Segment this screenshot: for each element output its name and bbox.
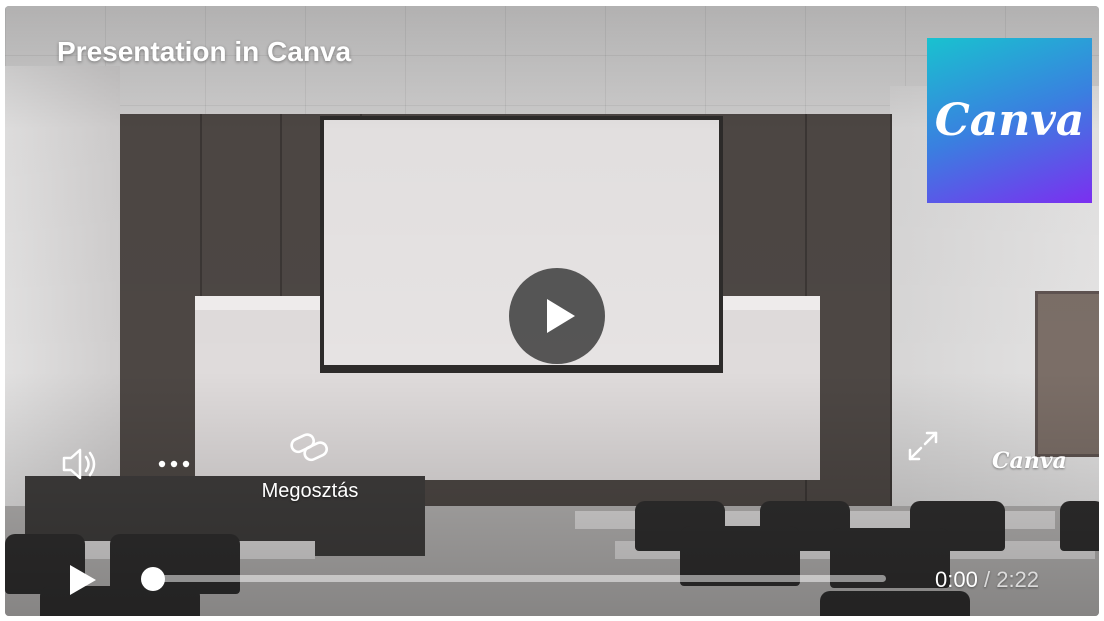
share-label[interactable]: Megosztás [240, 480, 380, 503]
time-display: 0:00 / 2:22 [935, 567, 1039, 593]
play-icon [70, 565, 96, 595]
more-options-button[interactable] [155, 454, 199, 474]
video-title: Presentation in Canva [57, 36, 352, 67]
play-icon [547, 299, 575, 333]
volume-icon [62, 448, 96, 480]
canva-logo: Canva [927, 38, 1092, 203]
more-icon [158, 460, 190, 468]
volume-button[interactable] [61, 446, 101, 482]
big-play-button[interactable] [509, 268, 605, 364]
play-button[interactable] [63, 561, 101, 599]
fullscreen-button[interactable] [903, 426, 943, 466]
progress-thumb[interactable] [141, 567, 165, 591]
time-separator: / [983, 567, 991, 592]
fullscreen-icon [908, 431, 938, 461]
duration: 2:22 [996, 567, 1040, 592]
canva-watermark[interactable]: Canva [992, 448, 1067, 474]
current-time: 0:00 [935, 567, 978, 592]
share-link-button[interactable] [288, 430, 332, 466]
progress-bar[interactable] [153, 575, 886, 582]
video-player[interactable]: Presentation in Canva Canva Megosztás Ca… [5, 6, 1099, 616]
link-icon [290, 433, 328, 462]
canva-logo-text: Canva [934, 95, 1085, 146]
